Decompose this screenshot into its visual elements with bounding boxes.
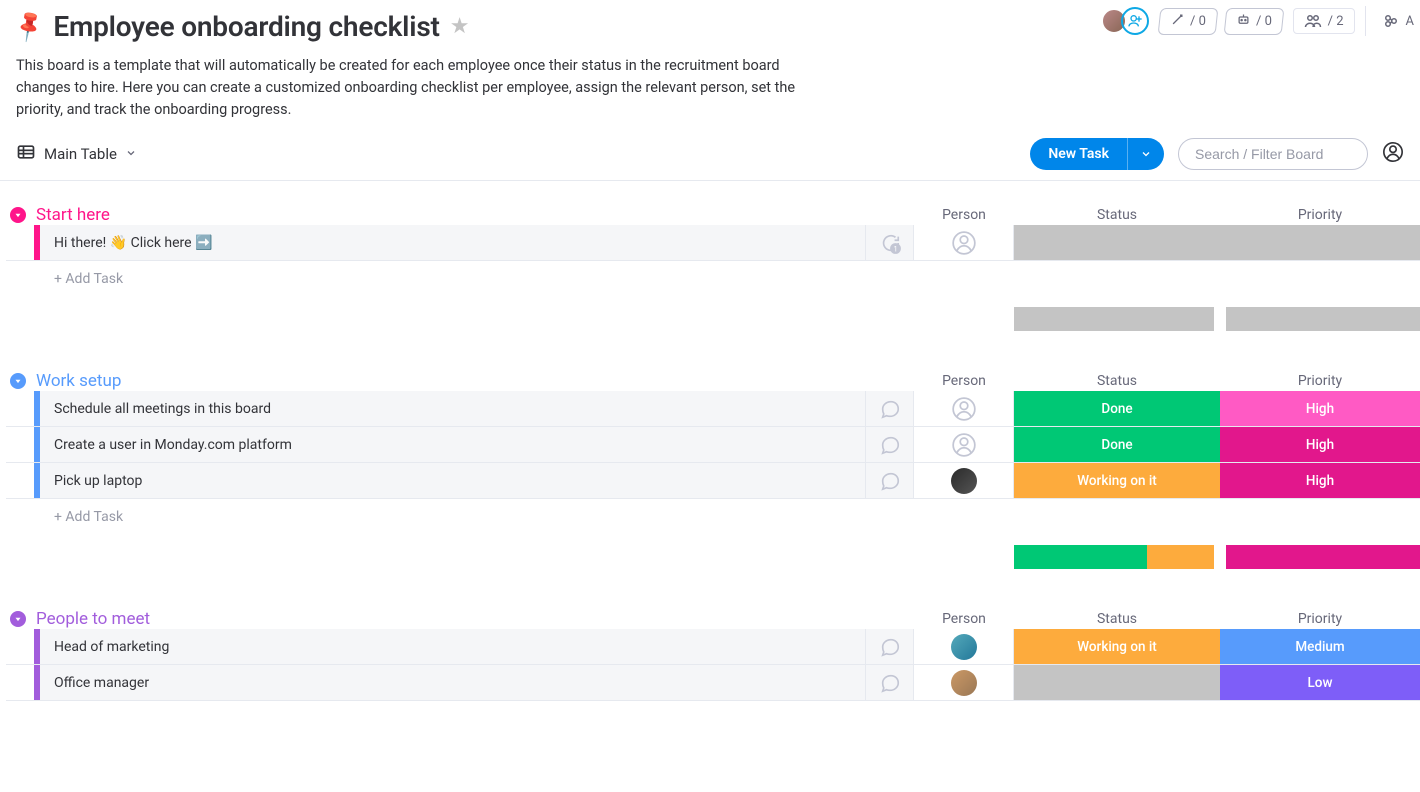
task-name[interactable]: Pick up laptop [40,463,866,498]
priority-cell[interactable] [1220,225,1420,260]
column-header-person[interactable]: Person [914,207,1014,223]
view-selector[interactable]: Main Table [16,142,137,166]
person-cell[interactable] [914,629,1014,664]
task-name[interactable]: Hi there! 👋 Click here ➡️ [40,225,866,260]
task-row[interactable]: Office manager Low [6,665,1420,701]
board-title[interactable]: Employee onboarding checklist [53,10,439,43]
wand-icon [1170,12,1185,31]
priority-cell[interactable]: High [1220,391,1420,426]
group-title[interactable]: Start here [36,205,110,225]
priority-summary [1226,545,1420,569]
task-row[interactable]: Create a user in Monday.com platform Don… [6,427,1420,463]
task-row[interactable]: Pick up laptop Working on it High [6,463,1420,499]
column-header-status[interactable]: Status [1014,611,1220,627]
person-cell[interactable] [914,225,1014,260]
task-name[interactable]: Office manager [40,665,866,700]
priority-cell[interactable]: Low [1220,665,1420,700]
favorite-star-icon[interactable]: ★ [450,14,470,39]
column-header-priority[interactable]: Priority [1220,611,1420,627]
status-cell[interactable] [1014,225,1220,260]
task-name[interactable]: Create a user in Monday.com platform [40,427,866,462]
task-conversation-icon[interactable] [866,427,914,462]
status-cell[interactable] [1014,665,1220,700]
robot-icon [1236,12,1251,31]
person-cell[interactable] [914,427,1014,462]
person-avatar[interactable] [951,670,977,696]
task-row[interactable]: Hi there! 👋 Click here ➡️ 1 [6,225,1420,261]
new-task-dropdown[interactable] [1127,138,1164,170]
task-conversation-icon[interactable] [866,629,914,664]
plugins-icon [1382,12,1400,30]
pin-icon: 📌 [11,8,48,44]
search-input[interactable] [1178,138,1368,170]
group-title[interactable]: Work setup [36,371,121,391]
task-row[interactable]: Head of marketing Working on it Medium [6,629,1420,665]
task-row[interactable]: Schedule all meetings in this board Done… [6,391,1420,427]
priority-summary [1226,307,1420,331]
person-avatar[interactable] [951,468,977,494]
board-description[interactable]: This board is a template that will autom… [16,55,816,120]
column-header-person[interactable]: Person [914,611,1014,627]
group-collapse-toggle[interactable] [6,207,30,223]
task-conversation-icon[interactable] [866,463,914,498]
table-icon [16,142,36,166]
priority-cell[interactable]: Medium [1220,629,1420,664]
group-collapse-toggle[interactable] [6,611,30,627]
status-cell[interactable]: Working on it [1014,629,1220,664]
person-filter-icon[interactable] [1382,141,1404,167]
people-icon [1304,12,1322,30]
status-cell[interactable]: Working on it [1014,463,1220,498]
column-header-priority[interactable]: Priority [1220,207,1420,223]
new-task-button[interactable]: New Task [1030,138,1164,170]
automations-indicator[interactable]: / 0 [1157,8,1218,35]
add-task-button[interactable]: + Add Task [40,509,1420,525]
status-summary [1014,545,1214,569]
priority-cell[interactable]: High [1220,463,1420,498]
group-collapse-toggle[interactable] [6,373,30,389]
person-cell[interactable] [914,463,1014,498]
more-actions[interactable]: A [1376,9,1420,33]
add-task-button[interactable]: + Add Task [40,271,1420,287]
add-subscriber-icon[interactable] [1121,7,1149,35]
integrations-indicator[interactable]: / 0 [1223,8,1284,35]
task-conversation-icon[interactable]: 1 [866,225,914,260]
priority-cell[interactable]: High [1220,427,1420,462]
person-cell[interactable] [914,391,1014,426]
person-cell[interactable] [914,665,1014,700]
column-header-status[interactable]: Status [1014,207,1220,223]
svg-text:1: 1 [893,244,897,253]
column-header-priority[interactable]: Priority [1220,373,1420,389]
task-conversation-icon[interactable] [866,391,914,426]
status-cell[interactable]: Done [1014,427,1220,462]
chevron-down-icon [125,145,137,163]
column-header-status[interactable]: Status [1014,373,1220,389]
status-cell[interactable]: Done [1014,391,1220,426]
task-conversation-icon[interactable] [866,665,914,700]
column-header-person[interactable]: Person [914,373,1014,389]
status-summary [1014,307,1214,331]
task-name[interactable]: Head of marketing [40,629,866,664]
task-name[interactable]: Schedule all meetings in this board [40,391,866,426]
board-subscribers[interactable] [1107,7,1149,35]
group-title[interactable]: People to meet [36,609,150,629]
members-indicator[interactable]: / 2 [1293,8,1355,34]
person-avatar[interactable] [951,634,977,660]
